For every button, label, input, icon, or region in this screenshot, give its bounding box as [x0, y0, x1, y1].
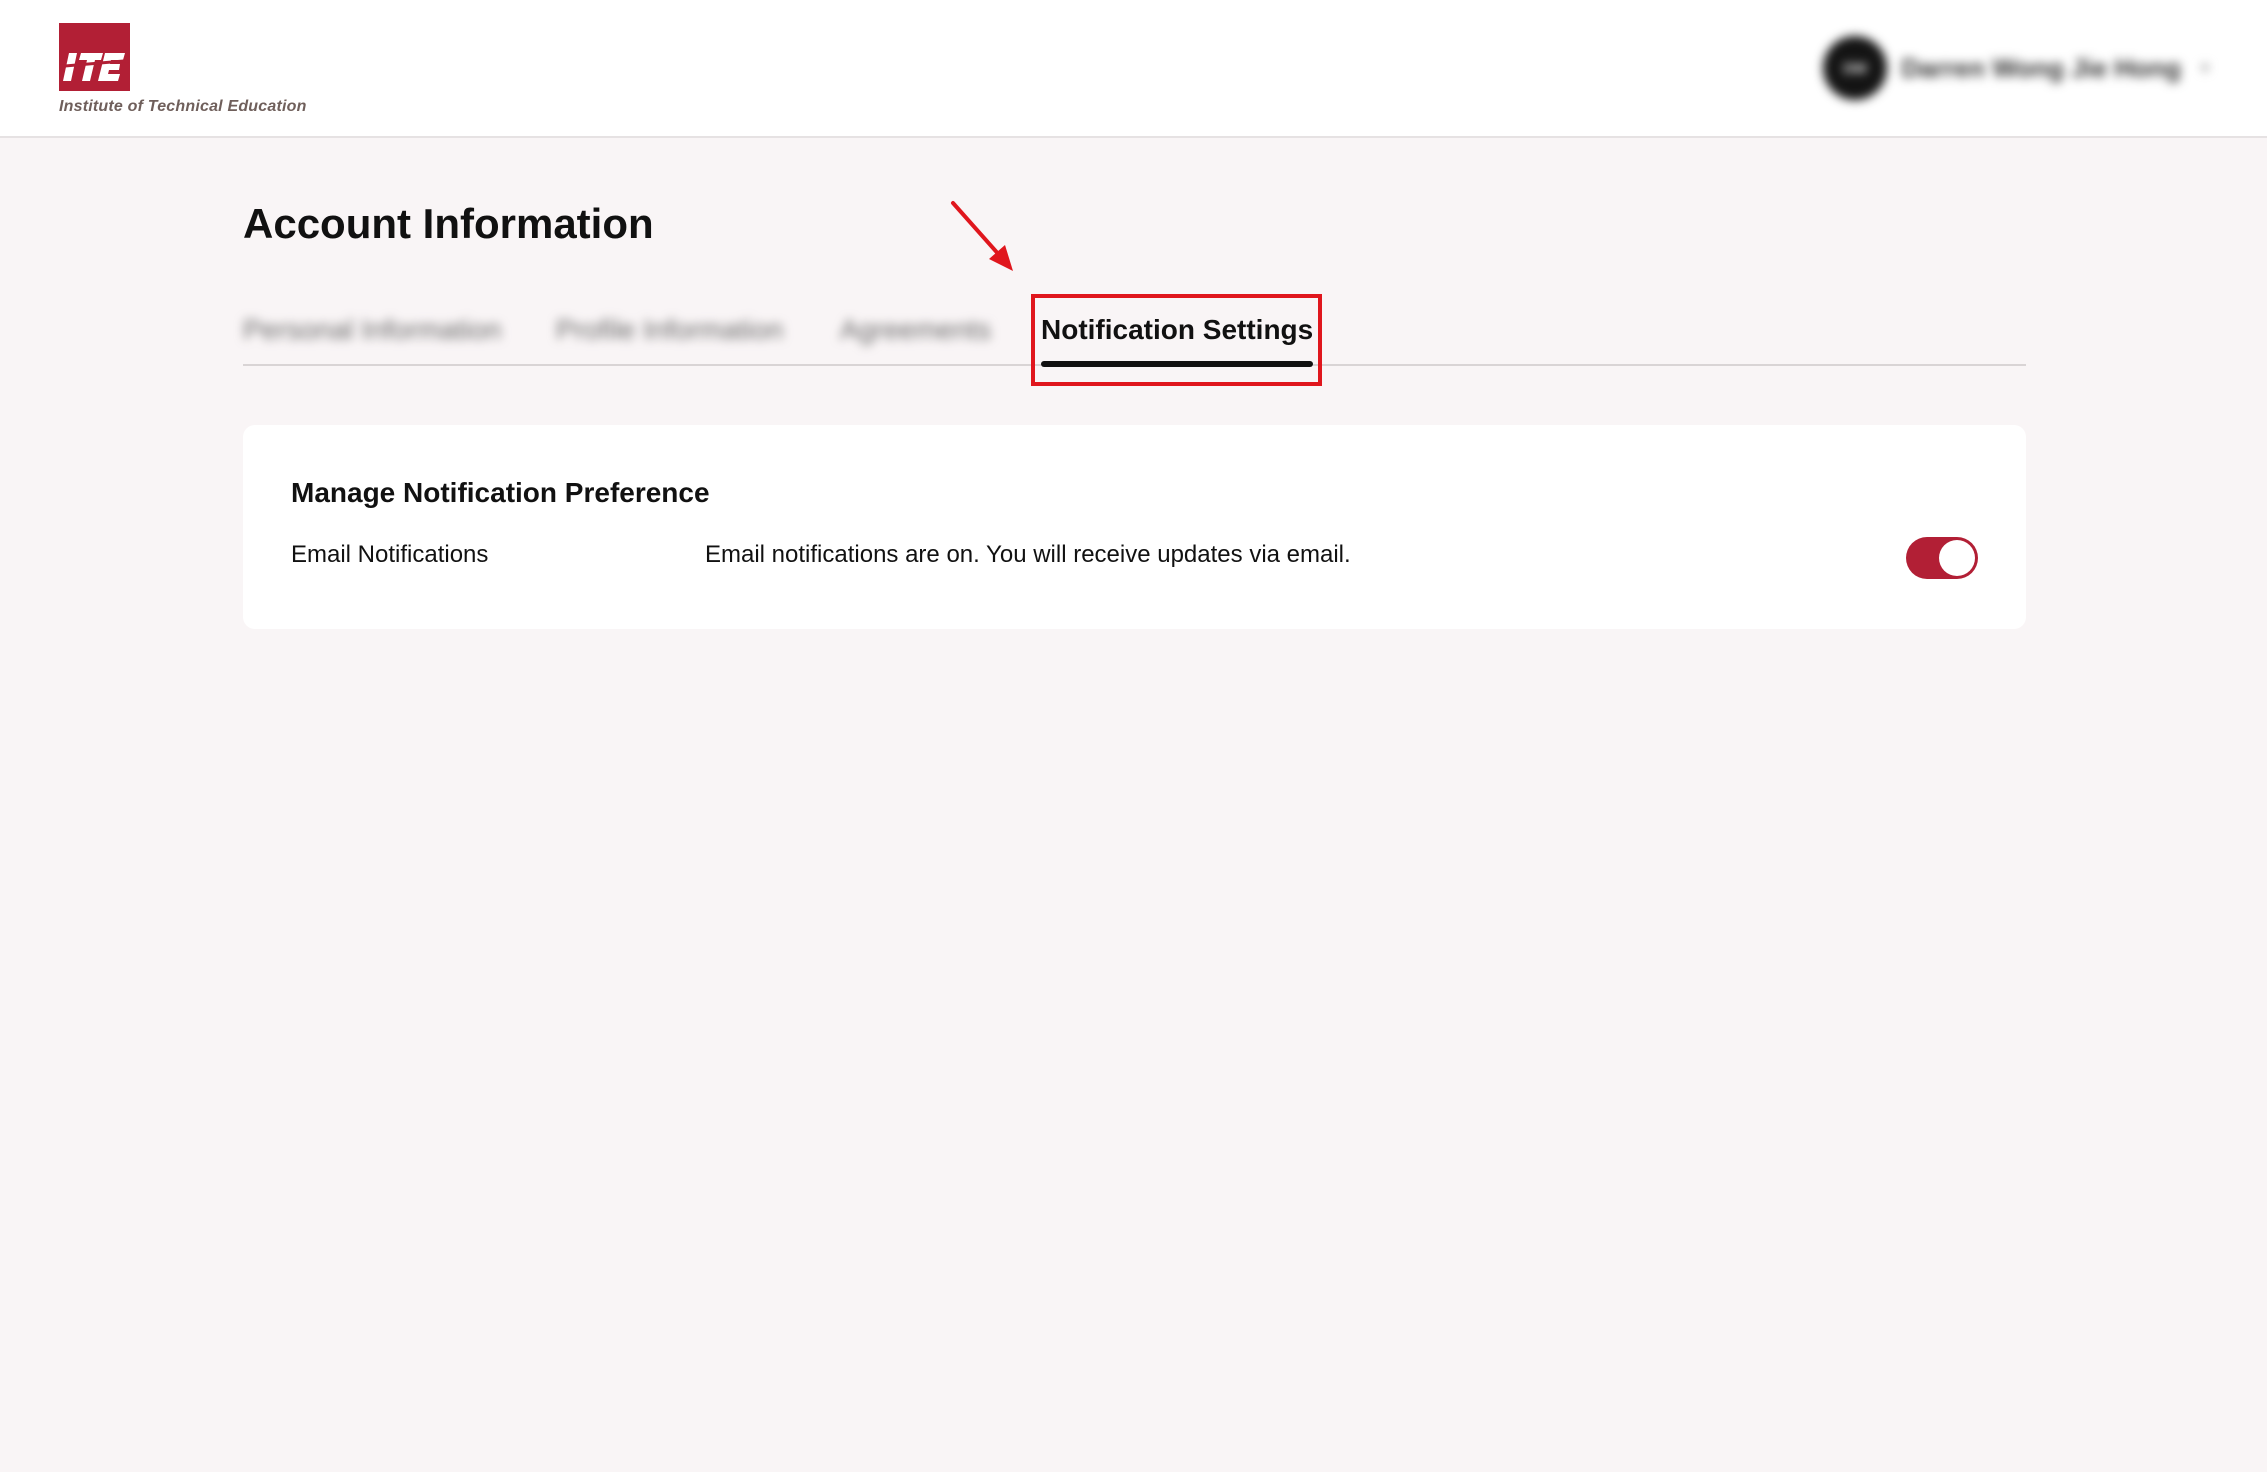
chevron-down-icon[interactable]: ▾: [2201, 58, 2209, 78]
annotation-highlight-box: [1031, 294, 1322, 386]
user-menu[interactable]: DW Darren Wong Jie Hong ▾: [1823, 36, 2209, 100]
tab-profile-information[interactable]: Profile Information: [556, 314, 783, 346]
top-header: Institute of Technical Education DW Darr…: [0, 0, 2267, 138]
email-notifications-description: Email notifications are on. You will rec…: [705, 541, 1351, 568]
email-notifications-toggle[interactable]: [1906, 537, 1978, 579]
user-name: Darren Wong Jie Hong: [1901, 52, 2181, 83]
tab-agreements[interactable]: Agreements: [840, 314, 991, 346]
avatar: DW: [1823, 36, 1888, 100]
ite-logo-mark: [59, 23, 130, 91]
notification-preference-card: Manage Notification Preference Email Not…: [243, 425, 2026, 629]
toggle-knob: [1939, 540, 1975, 576]
annotation-arrow-icon: [951, 201, 1013, 271]
card-title: Manage Notification Preference: [291, 477, 710, 508]
ite-logo[interactable]: Institute of Technical Education: [59, 23, 307, 116]
page-title: Account Information: [243, 200, 654, 247]
logo-text: Institute of Technical Education: [59, 98, 307, 115]
email-notifications-label: Email Notifications: [291, 541, 489, 568]
tab-personal-information[interactable]: Personal Information: [243, 314, 501, 346]
